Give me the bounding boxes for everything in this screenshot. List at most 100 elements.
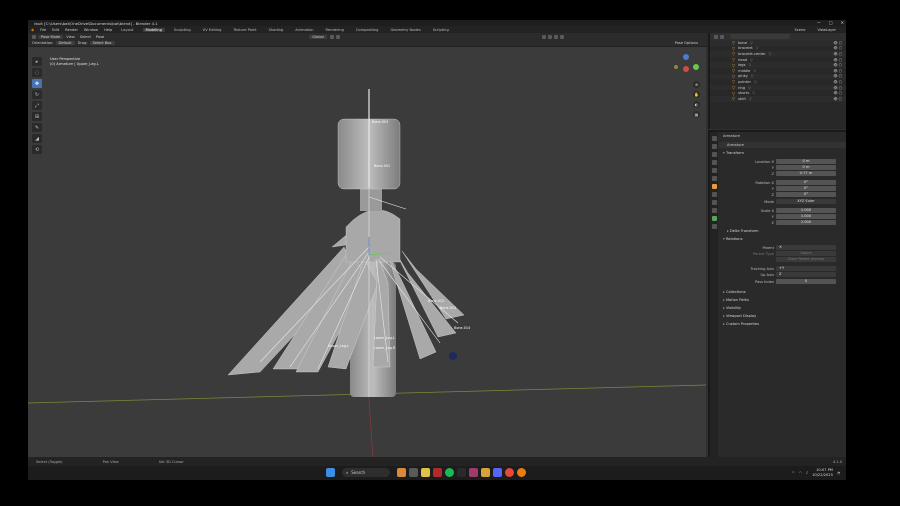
taskbar-search[interactable]: ⌕ Search xyxy=(342,468,390,477)
tab-layout[interactable]: Layout xyxy=(118,28,136,32)
visibility-icon[interactable]: 👁 ▢ xyxy=(833,74,842,78)
notification-icon[interactable]: ◔ xyxy=(837,471,840,475)
scale-tool-icon[interactable]: ⤢ xyxy=(32,101,42,110)
motion-paths-header[interactable]: Motion Paths xyxy=(719,298,749,302)
menu-pose[interactable]: Pose xyxy=(96,35,104,39)
relax-tool-icon[interactable]: ⟲ xyxy=(32,145,42,154)
grid-icon[interactable]: ▦ xyxy=(693,111,700,118)
move-tool-icon[interactable]: ✥ xyxy=(32,79,42,88)
tab-geometry-nodes[interactable]: Geometry Nodes xyxy=(387,28,423,32)
menu-help[interactable]: Help xyxy=(104,28,112,32)
spotify-icon[interactable] xyxy=(445,468,454,477)
app-icon[interactable] xyxy=(457,468,466,477)
parent-field[interactable]: ✕ xyxy=(776,245,836,250)
tab-animation[interactable]: Animation xyxy=(292,28,316,32)
shading-solid-icon[interactable] xyxy=(553,34,558,39)
custom-properties-header[interactable]: Custom Properties xyxy=(719,322,759,326)
discord-icon[interactable] xyxy=(493,468,502,477)
custom-properties-section[interactable]: Custom Properties xyxy=(719,322,846,326)
menu-file[interactable]: File xyxy=(40,28,46,32)
tool-tab-icon[interactable] xyxy=(711,136,717,141)
visibility-icon[interactable]: 👁 ▢ xyxy=(833,63,842,67)
filter-icon[interactable] xyxy=(720,34,724,39)
rotation-x-field[interactable]: 0° xyxy=(776,180,836,185)
transform-orientation-dropdown[interactable]: Global xyxy=(309,34,327,39)
physics-tab-icon[interactable] xyxy=(711,200,717,205)
task-view-icon[interactable] xyxy=(409,468,418,477)
tab-rendering[interactable]: Rendering xyxy=(323,28,347,32)
tab-sculpting[interactable]: Sculpting xyxy=(171,28,194,32)
menu-render[interactable]: Render xyxy=(65,28,78,32)
world-tab-icon[interactable] xyxy=(711,176,717,181)
location-y-field[interactable]: 0 m xyxy=(776,165,836,170)
editor-type-icon[interactable] xyxy=(32,34,36,39)
menu-view[interactable]: View xyxy=(66,35,75,39)
app-icon[interactable] xyxy=(469,468,478,477)
up-axis-dropdown[interactable]: Z xyxy=(776,272,836,277)
viewport-display-section[interactable]: Viewport Display xyxy=(719,314,846,318)
render-tab-icon[interactable] xyxy=(711,144,717,149)
visibility-icon[interactable]: 👁 ▢ xyxy=(833,41,842,45)
pivot-icon[interactable] xyxy=(329,34,334,39)
constraints-tab-icon[interactable] xyxy=(711,208,717,213)
chevron-up-icon[interactable]: ^ xyxy=(792,471,795,475)
start-icon[interactable] xyxy=(326,468,335,477)
transform-header[interactable]: Transform xyxy=(719,151,744,155)
visibility-icon[interactable]: 👁 ▢ xyxy=(833,69,842,73)
parent-type-dropdown[interactable]: Object xyxy=(776,251,836,256)
minimize-button[interactable]: — xyxy=(817,20,821,25)
relations-header[interactable]: Relations xyxy=(719,237,743,241)
pan-icon[interactable]: ✋ xyxy=(693,91,700,98)
transform-tool-icon[interactable]: ⊞ xyxy=(32,112,42,121)
location-z-field[interactable]: 0.77 m xyxy=(776,171,836,176)
snap-icon[interactable] xyxy=(335,34,340,39)
relations-section[interactable]: Relations xyxy=(719,237,846,241)
menu-edit[interactable]: Edit xyxy=(52,28,59,32)
tracking-axis-dropdown[interactable]: +Y xyxy=(776,266,836,271)
visibility-section[interactable]: Visibility xyxy=(719,306,846,310)
visibility-header[interactable]: Visibility xyxy=(719,306,741,310)
visibility-icon[interactable]: 👁 ▢ xyxy=(833,58,842,62)
delta-transform-section[interactable]: Delta Transform xyxy=(719,229,846,233)
visibility-icon[interactable]: 👁 ▢ xyxy=(833,52,842,56)
clock[interactable]: 10:07 PM 10/22/2025 xyxy=(812,468,833,477)
select-tool-icon[interactable]: ▸ xyxy=(32,57,42,66)
menu-window[interactable]: Window xyxy=(84,28,98,32)
motion-paths-section[interactable]: Motion Paths xyxy=(719,298,846,302)
mode-dropdown[interactable]: Pose Mode xyxy=(38,34,64,39)
tab-shading[interactable]: Shading xyxy=(266,28,287,32)
rotation-z-field[interactable]: 0° xyxy=(776,192,836,197)
drag-dropdown[interactable]: Select Box xyxy=(89,41,115,45)
data-tab-icon[interactable] xyxy=(711,216,717,221)
tab-texture-paint[interactable]: Texture Paint xyxy=(230,28,259,32)
shading-material-icon[interactable] xyxy=(559,34,564,39)
pose-options-button[interactable]: Pose Options xyxy=(675,41,698,45)
maximize-button[interactable]: □ xyxy=(829,20,833,25)
viewport-display-header[interactable]: Viewport Display xyxy=(719,314,756,318)
view-layer-selector[interactable]: ViewLayer xyxy=(817,28,836,32)
chrome-icon[interactable] xyxy=(505,468,514,477)
rotate-tool-icon[interactable]: ↻ xyxy=(32,90,42,99)
collections-header[interactable]: Collections xyxy=(719,290,746,294)
tab-uv-editing[interactable]: UV Editing xyxy=(200,28,225,32)
scale-z-field[interactable]: 1.000 xyxy=(776,220,836,225)
outliner-row[interactable]: ▽ skirt ▽ 👁 ▢ xyxy=(710,95,846,102)
visibility-icon[interactable]: 👁 ▢ xyxy=(833,86,842,90)
close-button[interactable]: ✕ xyxy=(841,20,844,25)
pass-index-field[interactable]: 0 xyxy=(776,279,836,284)
view-layer-tab-icon[interactable] xyxy=(711,160,717,165)
location-x-field[interactable]: 0 m xyxy=(776,159,836,164)
bone-tab-icon[interactable] xyxy=(711,224,717,229)
wifi-icon[interactable]: ◠ xyxy=(799,471,802,475)
visibility-icon[interactable]: 👁 ▢ xyxy=(833,80,842,84)
object-tab-icon[interactable] xyxy=(711,184,717,189)
rotation-y-field[interactable]: 0° xyxy=(776,186,836,191)
overlay-icon[interactable] xyxy=(541,34,546,39)
visibility-icon[interactable]: 👁 ▢ xyxy=(833,91,842,95)
app-icon[interactable] xyxy=(433,468,442,477)
collections-section[interactable]: Collections xyxy=(719,290,846,294)
widgets-icon[interactable] xyxy=(397,468,406,477)
tab-compositing[interactable]: Compositing xyxy=(353,28,382,32)
visibility-icon[interactable]: 👁 ▢ xyxy=(833,46,842,50)
visibility-icon[interactable]: 👁 ▢ xyxy=(833,97,842,101)
